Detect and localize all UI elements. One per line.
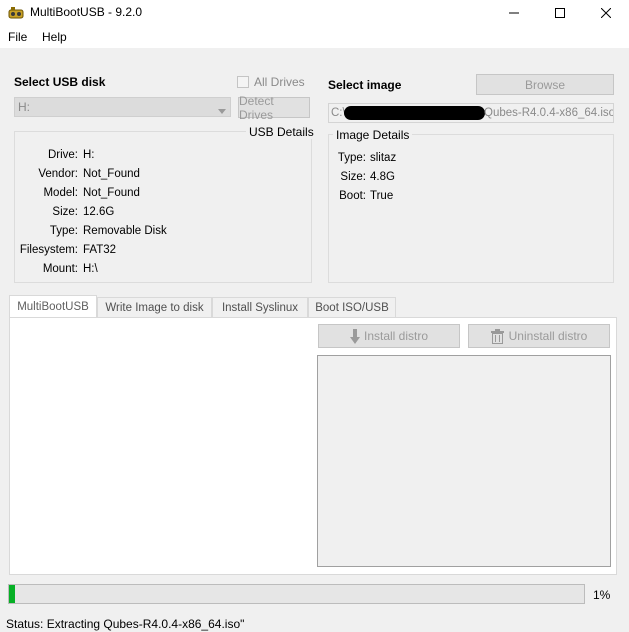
- usb-detail-key: Filesystem:: [19, 244, 78, 256]
- minimize-icon: [509, 12, 519, 14]
- window-title: MultiBootUSB - 9.2.0: [30, 5, 143, 19]
- menu-bar: [0, 26, 629, 48]
- tab-write-image[interactable]: Write Image to disk: [97, 297, 212, 317]
- image-path-field[interactable]: C:\ Qubes-R4.0.4-x86_64.iso: [328, 103, 614, 123]
- image-detail-value: 4.8G: [370, 171, 395, 183]
- drive-select[interactable]: H:: [14, 97, 231, 117]
- redaction-mark: [344, 106, 485, 120]
- usb-detail-value: Not_Found: [83, 168, 140, 180]
- usb-detail-key: Vendor:: [38, 168, 78, 180]
- usb-detail-key: Size:: [52, 206, 78, 218]
- usb-detail-value: Not_Found: [83, 187, 140, 199]
- image-path-filename: Qubes-R4.0.4-x86_64.iso: [484, 107, 614, 119]
- progress-fill: [9, 585, 15, 603]
- usb-detail-key: Drive:: [47, 149, 78, 161]
- browse-button[interactable]: Browse: [476, 74, 614, 95]
- close-button[interactable]: [583, 0, 629, 26]
- all-drives-checkbox[interactable]: [237, 76, 249, 88]
- menu-file[interactable]: File: [8, 30, 27, 44]
- usb-section-title: Select USB disk: [14, 75, 106, 89]
- usb-details-title: USB Details: [246, 125, 317, 139]
- progress-bar: [8, 584, 585, 604]
- tab-boot-iso-usb[interactable]: Boot ISO/USB: [308, 297, 396, 317]
- usb-detail-value: H:\: [83, 263, 98, 275]
- arrow-down-icon: [349, 328, 360, 344]
- install-distro-label: Install distro: [363, 329, 429, 343]
- usb-detail-key: Model:: [43, 187, 78, 199]
- usb-detail-key: Mount:: [42, 263, 78, 275]
- usb-detail-value: H:: [83, 149, 95, 161]
- progress-percent: 1%: [593, 588, 611, 602]
- usb-detail-value: Removable Disk: [83, 225, 167, 237]
- drive-select-value: H:: [18, 100, 30, 114]
- image-detail-key: Size:: [340, 171, 366, 183]
- usb-detail-value: 12.6G: [83, 206, 115, 218]
- uninstall-distro-button[interactable]: Uninstall distro: [468, 324, 610, 348]
- app-icon: [8, 6, 24, 20]
- menu-help[interactable]: Help: [42, 30, 67, 44]
- tab-multibootusb[interactable]: MultiBootUSB: [9, 295, 97, 318]
- usb-detail-value: FAT32: [83, 244, 117, 256]
- image-details-title: Image Details: [333, 128, 413, 142]
- all-drives-label: All Drives: [254, 75, 305, 89]
- image-section-title: Select image: [328, 78, 402, 92]
- maximize-button[interactable]: [537, 0, 583, 26]
- close-icon: [601, 8, 611, 18]
- usb-detail-key: Type:: [49, 225, 78, 237]
- tab-install-syslinux[interactable]: Install Syslinux: [212, 297, 308, 317]
- installed-distros-list[interactable]: [317, 355, 611, 567]
- image-detail-value: slitaz: [370, 152, 397, 164]
- minimize-button[interactable]: [491, 0, 537, 26]
- maximize-icon: [555, 8, 565, 18]
- status-text: Status: Extracting Qubes-R4.0.4-x86_64.i…: [6, 617, 245, 631]
- trash-icon: [490, 328, 504, 344]
- install-distro-button[interactable]: Install distro: [318, 324, 460, 348]
- detect-drives-button[interactable]: Detect Drives: [238, 94, 310, 122]
- uninstall-distro-label: Uninstall distro: [508, 329, 588, 343]
- image-detail-value: True: [370, 190, 394, 202]
- chevron-down-icon: [218, 103, 226, 117]
- image-detail-key: Type:: [337, 152, 366, 164]
- image-detail-key: Boot:: [339, 190, 366, 202]
